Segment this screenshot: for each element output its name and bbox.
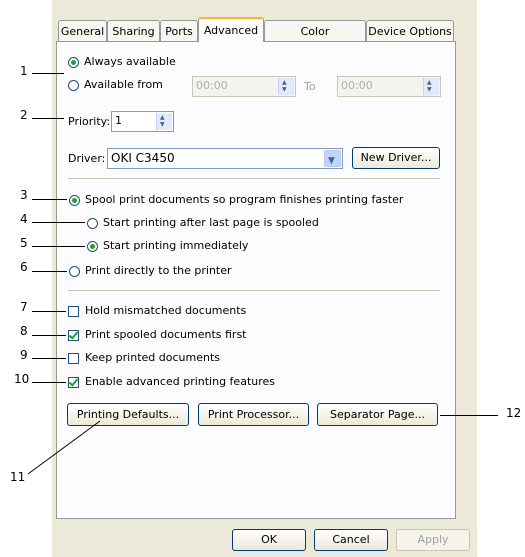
tab-advanced-label: Advanced — [203, 24, 259, 37]
callout-11: 11 — [10, 470, 26, 484]
tab-advanced[interactable]: Advanced — [198, 17, 264, 42]
callout-12: 12 — [506, 406, 522, 420]
callout-11-leader — [27, 420, 101, 475]
callout-line-12 — [440, 415, 498, 416]
